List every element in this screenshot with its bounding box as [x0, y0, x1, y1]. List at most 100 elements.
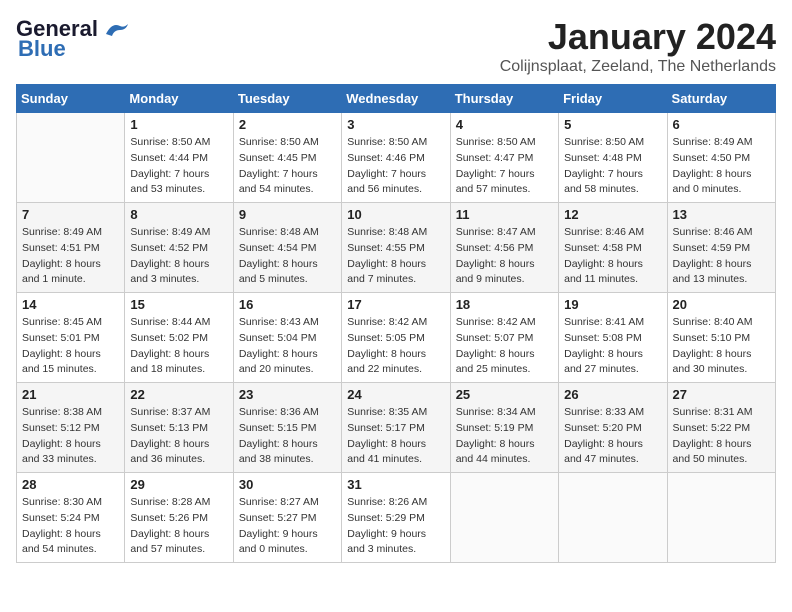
- day-info: Sunrise: 8:34 AMSunset: 5:19 PMDaylight:…: [456, 405, 553, 468]
- calendar-day-cell: 11 Sunrise: 8:47 AMSunset: 4:56 PMDayligh…: [450, 203, 558, 293]
- calendar-week-row: 28Sunrise: 8:30 AMSunset: 5:24 PMDayligh…: [17, 473, 776, 563]
- day-number: 26: [564, 387, 661, 402]
- calendar-day-cell: 8 Sunrise: 8:49 AMSunset: 4:52 PMDaylight…: [125, 203, 233, 293]
- day-info: Sunrise: 8:50 AMSunset: 4:47 PMDaylight:…: [456, 135, 553, 198]
- day-number: 17: [347, 297, 444, 312]
- day-number: 31: [347, 477, 444, 492]
- day-info: Sunrise: 8:50 AMSunset: 4:44 PMDaylight:…: [130, 135, 227, 198]
- day-info: Sunrise: 8:41 AMSunset: 5:08 PMDaylight:…: [564, 315, 661, 378]
- calendar-day-cell: 3 Sunrise: 8:50 AMSunset: 4:46 PMDaylight…: [342, 113, 450, 203]
- calendar-day-cell: 15 Sunrise: 8:44 AMSunset: 5:02 PMDayligh…: [125, 293, 233, 383]
- day-number: 7: [22, 207, 119, 222]
- calendar-header-cell: Wednesday: [342, 85, 450, 113]
- day-number: 22: [130, 387, 227, 402]
- calendar-day-cell: [559, 473, 667, 563]
- day-info: Sunrise: 8:31 AMSunset: 5:22 PMDaylight:…: [673, 405, 770, 468]
- logo-bird-icon: [104, 20, 130, 40]
- calendar-header-cell: Tuesday: [233, 85, 341, 113]
- day-number: 25: [456, 387, 553, 402]
- calendar-day-cell: 24 Sunrise: 8:35 AMSunset: 5:17 PMDayligh…: [342, 383, 450, 473]
- calendar-header-cell: Monday: [125, 85, 233, 113]
- calendar-day-cell: [667, 473, 775, 563]
- day-info: Sunrise: 8:37 AMSunset: 5:13 PMDaylight:…: [130, 405, 227, 468]
- day-number: 4: [456, 117, 553, 132]
- day-number: 21: [22, 387, 119, 402]
- day-number: 24: [347, 387, 444, 402]
- calendar-day-cell: 26 Sunrise: 8:33 AMSunset: 5:20 PMDayligh…: [559, 383, 667, 473]
- day-info: Sunrise: 8:48 AMSunset: 4:55 PMDaylight:…: [347, 225, 444, 288]
- day-number: 3: [347, 117, 444, 132]
- calendar-day-cell: 21 Sunrise: 8:38 AMSunset: 5:12 PMDayligh…: [17, 383, 125, 473]
- calendar-day-cell: 25 Sunrise: 8:34 AMSunset: 5:19 PMDayligh…: [450, 383, 558, 473]
- calendar-day-cell: 16 Sunrise: 8:43 AMSunset: 5:04 PMDayligh…: [233, 293, 341, 383]
- calendar-day-cell: 9Sunrise: 8:48 AMSunset: 4:54 PMDaylight…: [233, 203, 341, 293]
- day-info: Sunrise: 8:50 AMSunset: 4:45 PMDaylight:…: [239, 135, 336, 198]
- calendar-day-cell: 12Sunrise: 8:46 AMSunset: 4:58 PMDayligh…: [559, 203, 667, 293]
- calendar-day-cell: 10Sunrise: 8:48 AMSunset: 4:55 PMDayligh…: [342, 203, 450, 293]
- header: General Blue January 2024 Colijnsplaat, …: [16, 16, 776, 76]
- day-info: Sunrise: 8:46 AMSunset: 4:59 PMDaylight:…: [673, 225, 770, 288]
- day-info: Sunrise: 8:44 AMSunset: 5:02 PMDaylight:…: [130, 315, 227, 378]
- day-number: 16: [239, 297, 336, 312]
- calendar-week-row: 14 Sunrise: 8:45 AMSunset: 5:01 PMDayligh…: [17, 293, 776, 383]
- calendar-day-cell: 13 Sunrise: 8:46 AMSunset: 4:59 PMDayligh…: [667, 203, 775, 293]
- day-info: Sunrise: 8:27 AMSunset: 5:27 PMDaylight:…: [239, 495, 336, 558]
- calendar-week-row: 1 Sunrise: 8:50 AMSunset: 4:44 PMDaylight…: [17, 113, 776, 203]
- day-number: 23: [239, 387, 336, 402]
- calendar-day-cell: 19 Sunrise: 8:41 AMSunset: 5:08 PMDayligh…: [559, 293, 667, 383]
- day-number: 12: [564, 207, 661, 222]
- calendar-day-cell: 5Sunrise: 8:50 AMSunset: 4:48 PMDaylight…: [559, 113, 667, 203]
- day-info: Sunrise: 8:36 AMSunset: 5:15 PMDaylight:…: [239, 405, 336, 468]
- calendar-day-cell: 23 Sunrise: 8:36 AMSunset: 5:15 PMDayligh…: [233, 383, 341, 473]
- calendar-day-cell: 31 Sunrise: 8:26 AMSunset: 5:29 PMDayligh…: [342, 473, 450, 563]
- day-number: 13: [673, 207, 770, 222]
- calendar-day-cell: 1 Sunrise: 8:50 AMSunset: 4:44 PMDaylight…: [125, 113, 233, 203]
- calendar-day-cell: 2 Sunrise: 8:50 AMSunset: 4:45 PMDaylight…: [233, 113, 341, 203]
- calendar-header-cell: Friday: [559, 85, 667, 113]
- day-info: Sunrise: 8:49 AMSunset: 4:51 PMDaylight:…: [22, 225, 119, 288]
- day-info: Sunrise: 8:43 AMSunset: 5:04 PMDaylight:…: [239, 315, 336, 378]
- day-info: Sunrise: 8:48 AMSunset: 4:54 PMDaylight:…: [239, 225, 336, 288]
- calendar-week-row: 7 Sunrise: 8:49 AMSunset: 4:51 PMDaylight…: [17, 203, 776, 293]
- day-info: Sunrise: 8:49 AMSunset: 4:50 PMDaylight:…: [673, 135, 770, 198]
- calendar-day-cell: 29Sunrise: 8:28 AMSunset: 5:26 PMDayligh…: [125, 473, 233, 563]
- calendar-day-cell: 7 Sunrise: 8:49 AMSunset: 4:51 PMDaylight…: [17, 203, 125, 293]
- day-info: Sunrise: 8:50 AMSunset: 4:46 PMDaylight:…: [347, 135, 444, 198]
- day-info: Sunrise: 8:49 AMSunset: 4:52 PMDaylight:…: [130, 225, 227, 288]
- day-number: 14: [22, 297, 119, 312]
- day-info: Sunrise: 8:35 AMSunset: 5:17 PMDaylight:…: [347, 405, 444, 468]
- day-number: 30: [239, 477, 336, 492]
- calendar-day-cell: [450, 473, 558, 563]
- day-number: 1: [130, 117, 227, 132]
- calendar-table: SundayMondayTuesdayWednesdayThursdayFrid…: [16, 84, 776, 563]
- calendar-header-cell: Sunday: [17, 85, 125, 113]
- calendar-header-cell: Saturday: [667, 85, 775, 113]
- calendar-day-cell: 6 Sunrise: 8:49 AMSunset: 4:50 PMDaylight…: [667, 113, 775, 203]
- month-title: January 2024: [500, 16, 776, 58]
- day-info: Sunrise: 8:33 AMSunset: 5:20 PMDaylight:…: [564, 405, 661, 468]
- day-number: 19: [564, 297, 661, 312]
- title-area: January 2024 Colijnsplaat, Zeeland, The …: [500, 16, 776, 76]
- day-info: Sunrise: 8:38 AMSunset: 5:12 PMDaylight:…: [22, 405, 119, 468]
- day-number: 11: [456, 207, 553, 222]
- day-number: 15: [130, 297, 227, 312]
- day-info: Sunrise: 8:47 AMSunset: 4:56 PMDaylight:…: [456, 225, 553, 288]
- day-number: 28: [22, 477, 119, 492]
- day-info: Sunrise: 8:26 AMSunset: 5:29 PMDaylight:…: [347, 495, 444, 558]
- calendar-day-cell: 14 Sunrise: 8:45 AMSunset: 5:01 PMDayligh…: [17, 293, 125, 383]
- calendar-day-cell: [17, 113, 125, 203]
- logo: General Blue: [16, 16, 130, 62]
- calendar-header: SundayMondayTuesdayWednesdayThursdayFrid…: [17, 85, 776, 113]
- logo-blue-text: Blue: [16, 36, 66, 62]
- calendar-day-cell: 30 Sunrise: 8:27 AMSunset: 5:27 PMDayligh…: [233, 473, 341, 563]
- calendar-day-cell: 4 Sunrise: 8:50 AMSunset: 4:47 PMDaylight…: [450, 113, 558, 203]
- day-number: 8: [130, 207, 227, 222]
- location-title: Colijnsplaat, Zeeland, The Netherlands: [500, 58, 776, 76]
- calendar-day-cell: 22 Sunrise: 8:37 AMSunset: 5:13 PMDayligh…: [125, 383, 233, 473]
- day-number: 6: [673, 117, 770, 132]
- day-number: 2: [239, 117, 336, 132]
- day-info: Sunrise: 8:40 AMSunset: 5:10 PMDaylight:…: [673, 315, 770, 378]
- day-info: Sunrise: 8:45 AMSunset: 5:01 PMDaylight:…: [22, 315, 119, 378]
- calendar-header-cell: Thursday: [450, 85, 558, 113]
- day-info: Sunrise: 8:42 AMSunset: 5:07 PMDaylight:…: [456, 315, 553, 378]
